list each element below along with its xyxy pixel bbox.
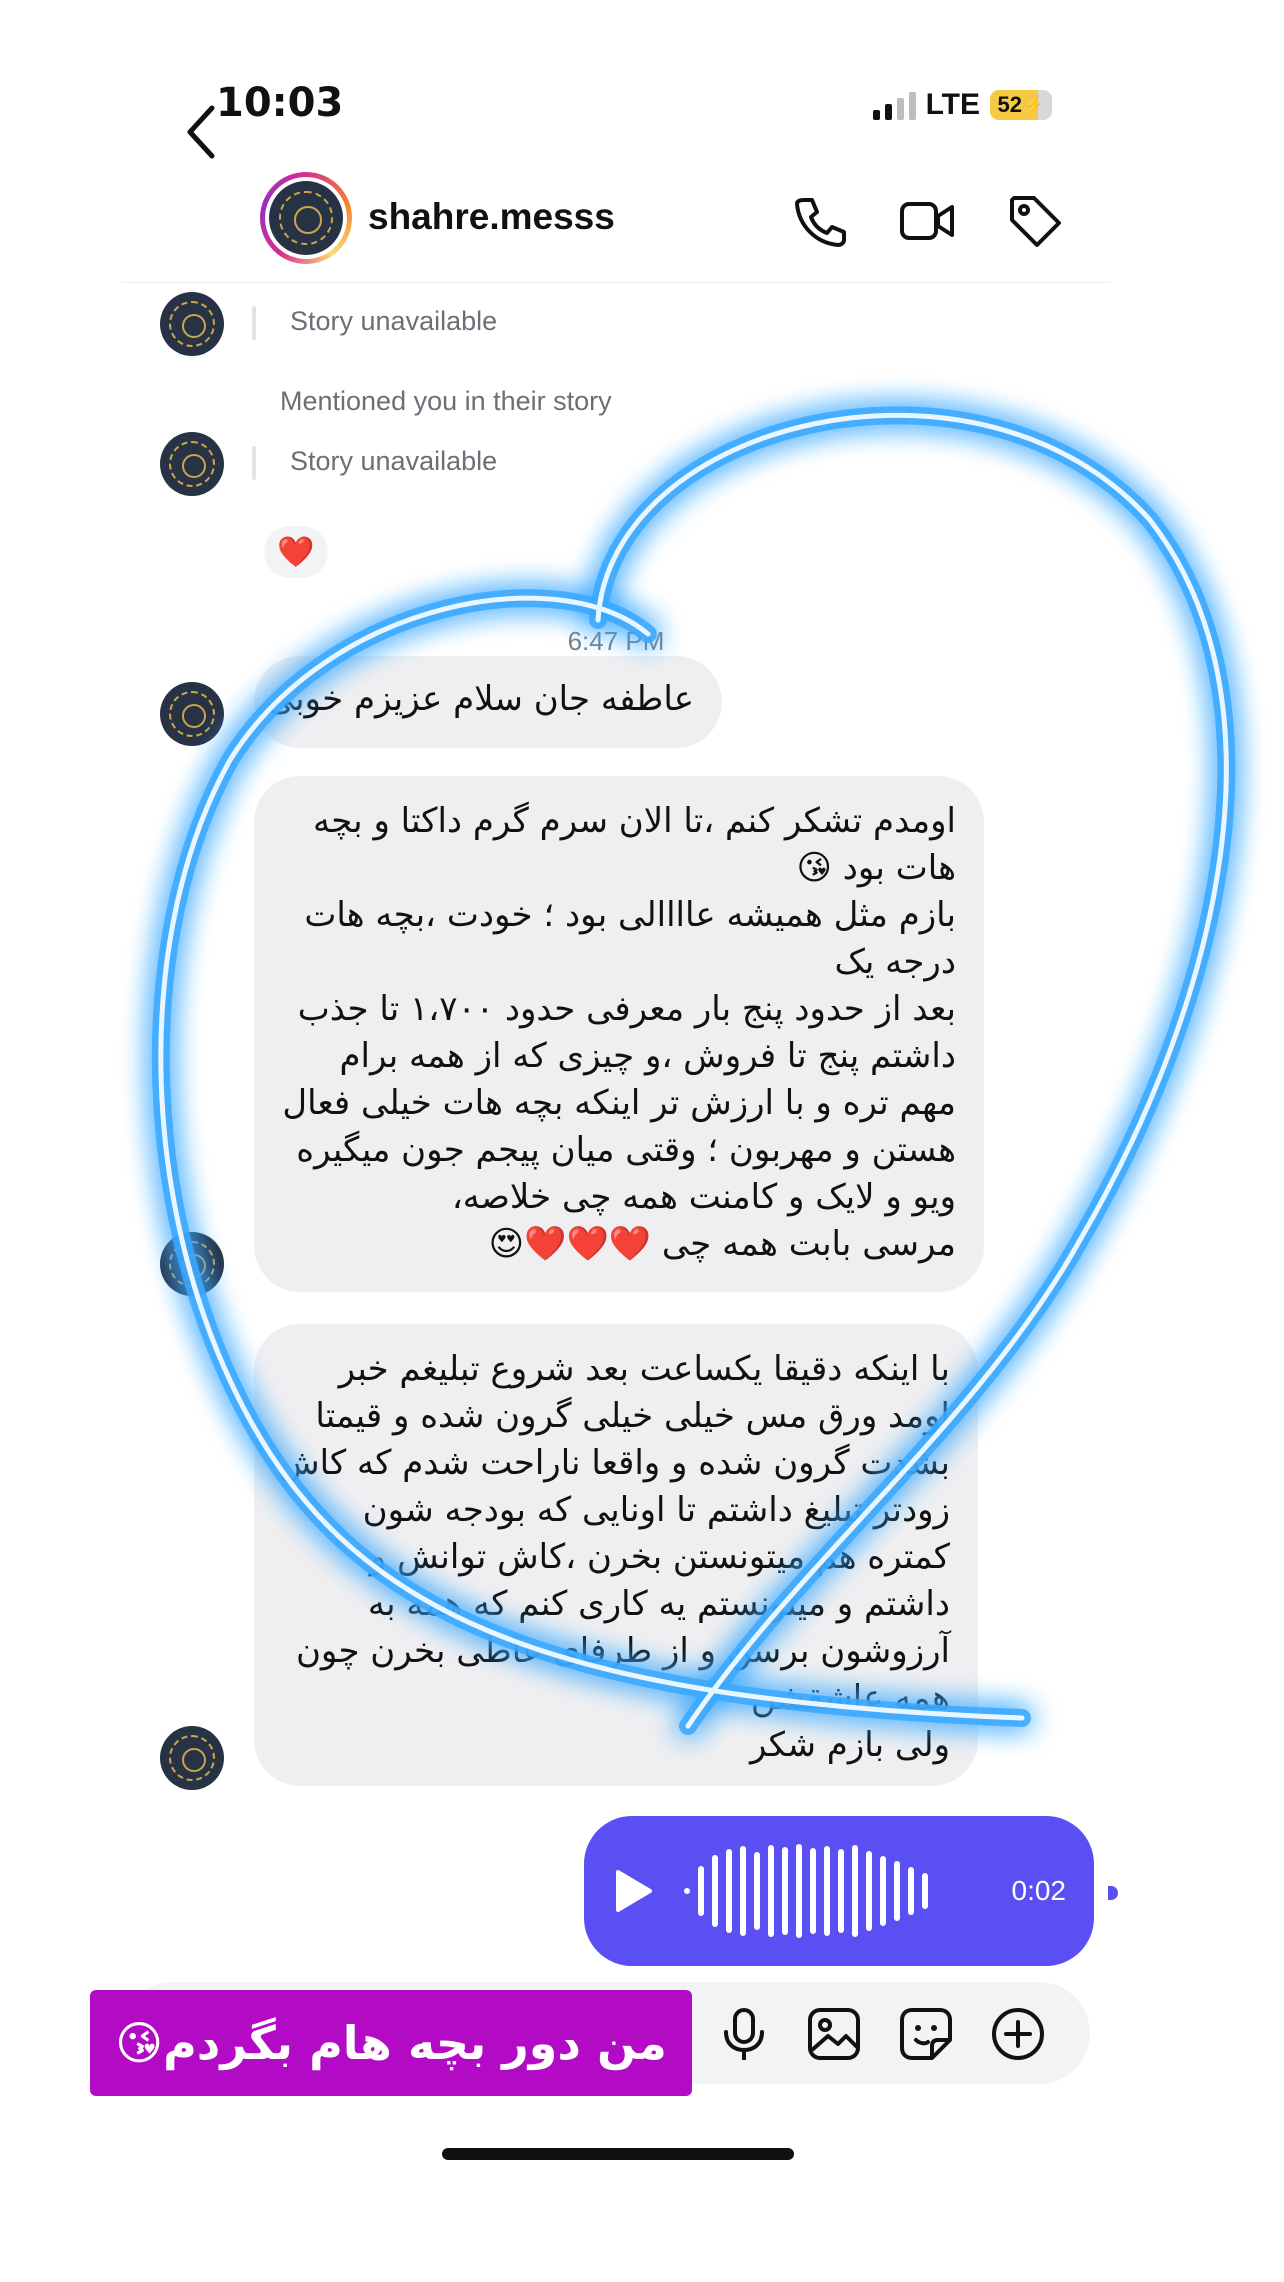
message-line: اومدم تشکر کنم ،تا الان سرم گرم داکتا و … [313, 801, 956, 841]
message-line: بشدت گرون شده و واقعا ناراحت شدم که کاش [278, 1443, 950, 1483]
sender-avatar[interactable] [160, 682, 224, 746]
story-reply-bar [252, 306, 256, 340]
add-icon[interactable] [990, 2006, 1046, 2062]
avatar-image [269, 181, 343, 255]
play-icon[interactable] [612, 1868, 654, 1914]
message-timestamp: 6:47 PM [567, 626, 665, 656]
message-line: هات بود 😘 [796, 848, 956, 888]
profile-avatar[interactable] [260, 172, 352, 264]
message-line: هستن و مهربون ؛ وقتی میان پیجم جون میگیر… [296, 1130, 956, 1170]
heart-reaction[interactable]: ❤️ [264, 526, 328, 578]
sender-avatar[interactable] [160, 1726, 224, 1790]
message-line: زودتر تبلیغ داشتم تا اونایی که بودجه شون [362, 1490, 950, 1530]
mic-icon[interactable] [716, 2006, 772, 2062]
message-line: بازم مثل همیشه عاااالی بود ؛ خودت ،بچه ه… [304, 895, 956, 935]
status-time: 10:03 [216, 80, 344, 126]
message-line: ولی بازم شکر [749, 1725, 950, 1765]
voice-duration: 0:02 [1011, 1875, 1067, 1906]
mention-label: Mentioned you in their story [280, 386, 612, 416]
battery-icon: 52 ⚡ [990, 90, 1052, 120]
story-unavailable-2: Story unavailable [290, 446, 498, 476]
gallery-icon[interactable] [806, 2006, 862, 2062]
waveform[interactable] [684, 1841, 928, 1941]
message-bubble-2[interactable]: اومدم تشکر کنم ،تا الان سرم گرم داکتا و … [254, 776, 984, 1292]
story-reply-bar [252, 446, 256, 480]
sender-avatar[interactable] [160, 432, 224, 496]
tag-icon[interactable] [1006, 192, 1064, 250]
message-line: مهم تره و با ارزش تر اینکه بچه هات خیلی … [282, 1083, 956, 1123]
message-line: بعد از حدود پنج بار معرفی حدود ۱،۷۰۰ تا … [297, 989, 956, 1029]
story-caption: من دور بچه هام بگردم😘 [90, 1990, 692, 2096]
back-chevron-icon[interactable] [182, 102, 222, 162]
story-unavailable-1: Story unavailable [290, 306, 498, 336]
message-line: کمتره هم میتونستن بخرن ،کاش توانش و [369, 1537, 950, 1577]
sender-avatar[interactable] [160, 1232, 224, 1296]
message-line: مرسی بابت همه چی ❤️❤️❤️😍 [488, 1224, 956, 1264]
message-text: عاطفه جان سلام عزیزم خوبی [266, 679, 694, 719]
message-bubble-3[interactable]: با اینکه دقیقا یکساعت بعد شروع تبلیغم خب… [254, 1324, 978, 1786]
battery-level: 52 [997, 92, 1023, 117]
network-label: LTE [925, 88, 980, 121]
message-bubble-1[interactable]: عاطفه جان سلام عزیزم خوبی [254, 656, 722, 748]
message-line: داشتم پنج تا فروش ،و چیزی که از همه برام [339, 1036, 956, 1076]
voice-message[interactable]: 0:02 [584, 1816, 1094, 1966]
message-line: آرزوشون برسن و از طرفای عاطی بخرن چون [295, 1631, 950, 1671]
sticker-icon[interactable] [898, 2006, 954, 2062]
home-indicator [442, 2148, 794, 2160]
phone-icon[interactable] [790, 192, 848, 250]
heart-icon: ❤️ [277, 534, 315, 570]
status-indicators: LTE 52 ⚡ [872, 88, 1052, 122]
message-line: ویو و لایک و کامنت همه چی خلاصه، [451, 1177, 956, 1217]
video-icon[interactable] [898, 192, 956, 250]
message-line: همه عاشقشن [750, 1678, 950, 1718]
phone-screen: 10:03 LTE 52 ⚡ shahre.messs Story unavai… [90, 40, 1118, 2178]
sender-avatar[interactable] [160, 292, 224, 356]
username[interactable]: shahre.messs [368, 196, 615, 238]
message-line: داشتم و میتونستم یه کاری کنم که همه به [367, 1584, 950, 1624]
message-line: با اینکه دقیقا یکساعت بعد شروع تبلیغم خب… [338, 1349, 950, 1389]
message-line: درجه یک [834, 942, 956, 982]
voice-bubble-tail [1108, 1886, 1118, 1900]
message-line: اومد ورق مس خیلی خیلی گرون شده و قیمتا [315, 1396, 950, 1436]
signal-icon [872, 90, 916, 120]
